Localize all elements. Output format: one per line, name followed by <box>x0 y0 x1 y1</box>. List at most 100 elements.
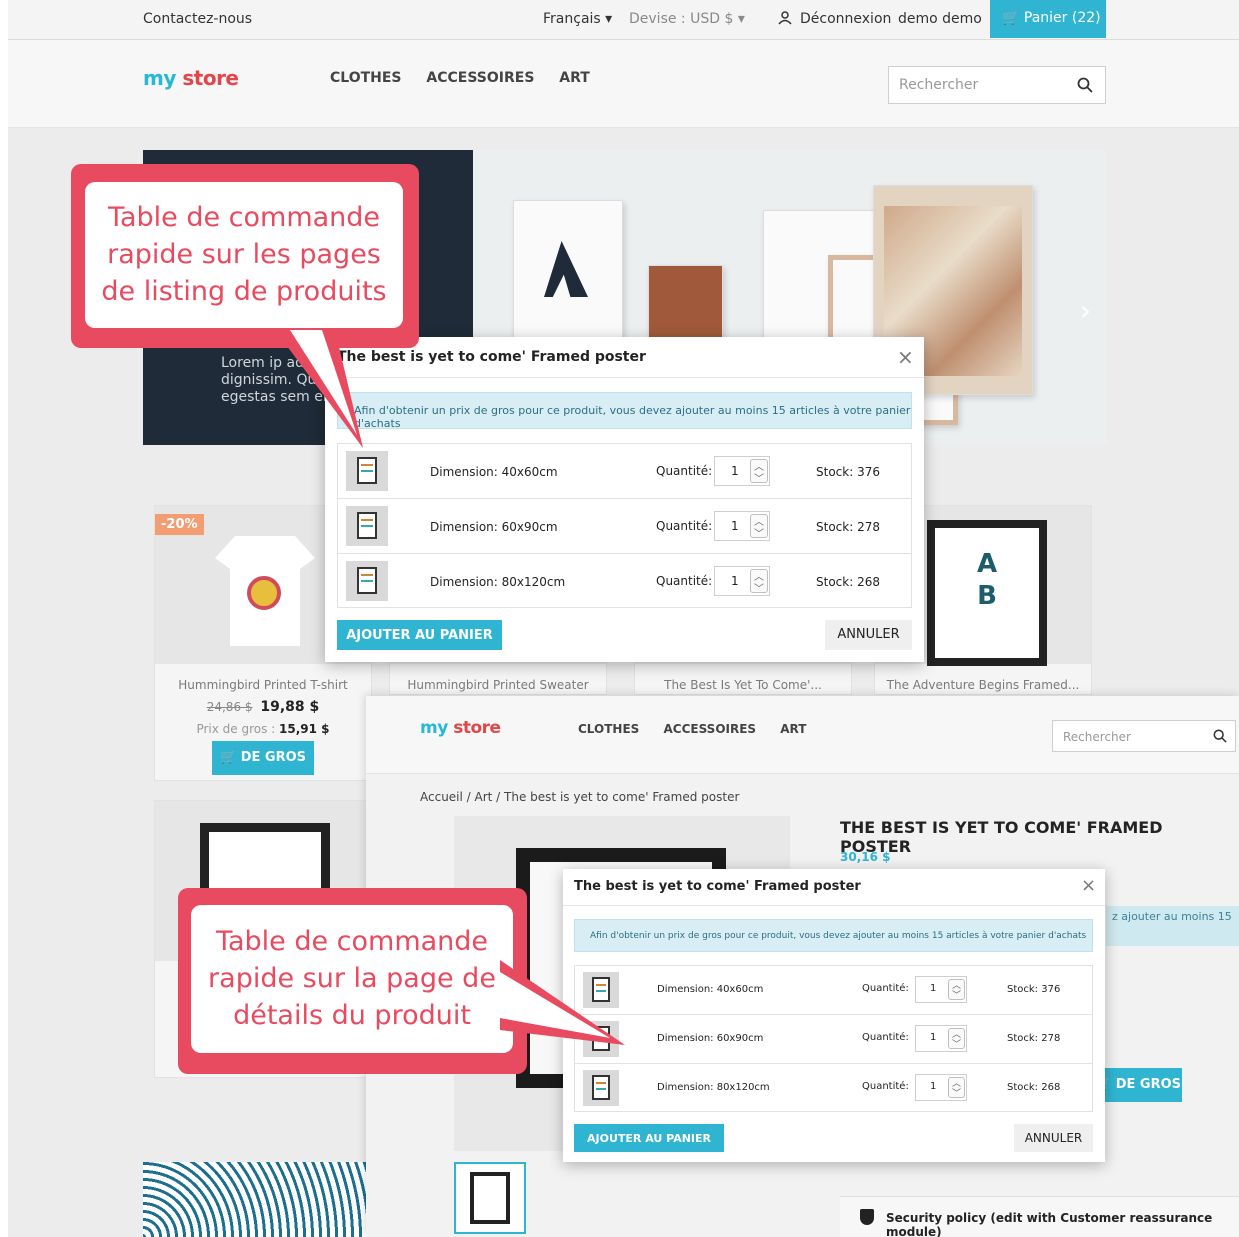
product-name[interactable]: The Adventure Begins Framed... <box>875 678 1091 692</box>
quantity-stepper[interactable]: 1 ︿ ﹀ <box>915 1074 967 1101</box>
pattern-product-image[interactable] <box>143 1162 374 1237</box>
nav-clothes[interactable]: CLOTHES <box>330 70 402 86</box>
search-box[interactable]: Rechercher <box>888 66 1106 104</box>
nav-accessoires[interactable]: ACCESSOIRES <box>426 70 534 86</box>
quantity-value: 1 <box>930 1032 937 1043</box>
nav-art[interactable]: ART <box>559 70 590 86</box>
variant-dimension: Dimension: 60x90cm <box>657 1033 764 1044</box>
logo-part-my: my <box>420 718 448 738</box>
currency-selector[interactable]: Devise : USD $ ▾ <box>629 11 745 27</box>
variant-dimension: Dimension: 80x120cm <box>430 575 566 589</box>
search-box[interactable]: Rechercher <box>1052 720 1236 752</box>
product-thumbnail[interactable] <box>454 1162 526 1234</box>
modal-title: The best is yet to come' Framed poster <box>574 879 861 894</box>
add-to-cart-button[interactable]: AJOUTER AU PANIER <box>337 620 502 650</box>
variant-stock: Stock: 376 <box>1007 984 1061 995</box>
callout-detail: Table de commande rapide sur la page de … <box>178 888 527 1074</box>
table-row: Dimension: 40x60cm Quantité: 1 ︿ ﹀ Stock… <box>338 444 911 499</box>
quick-order-modal-detail: The best is yet to come' Framed poster ×… <box>563 869 1105 1162</box>
variant-stock: Stock: 268 <box>1007 1082 1061 1093</box>
quantity-stepper[interactable]: 1 ︿ ﹀ <box>714 566 770 596</box>
quantity-stepper[interactable]: 1 ︿ ﹀ <box>915 976 967 1003</box>
cart-button[interactable]: 🛒 Panier (22) <box>990 0 1106 38</box>
reassurance-block: Security policy (edit with Customer reas… <box>840 1196 1239 1237</box>
logout-link[interactable]: Déconnexion <box>800 11 891 27</box>
main-header: my store CLOTHES ACCESSOIRES ART Recherc… <box>8 40 1239 128</box>
shield-icon <box>860 1209 874 1225</box>
quantity-label: Quantité: <box>862 1032 909 1043</box>
variant-thumbnail <box>346 561 388 601</box>
quantity-value: 1 <box>731 574 739 588</box>
quick-order-modal-listing: The best is yet to come' Framed poster ×… <box>325 337 924 662</box>
wholesale-button[interactable]: 🛒 DE GROS <box>1094 1068 1182 1102</box>
slider-next-icon[interactable]: › <box>1080 294 1091 327</box>
decrement-icon[interactable]: ﹀ <box>949 1037 964 1050</box>
variant-table: Dimension: 40x60cm Quantité: 1 ︿ ﹀ Stock… <box>574 965 1093 1112</box>
contact-link[interactable]: Contactez-nous <box>143 11 252 27</box>
product-title: THE BEST IS YET TO COME' FRAMED POSTER <box>840 818 1163 856</box>
cancel-button[interactable]: ANNULER <box>825 620 912 650</box>
decrement-icon[interactable]: ﹀ <box>949 988 964 1001</box>
wholesale-button-label: DE GROS <box>240 750 306 765</box>
decrement-icon[interactable]: ﹀ <box>949 1086 964 1099</box>
main-nav: CLOTHES ACCESSOIRES ART <box>330 70 610 86</box>
close-icon[interactable]: × <box>897 345 914 369</box>
modal-divider <box>325 377 924 378</box>
wholesale-info: z ajouter au moins 15 <box>1106 906 1239 946</box>
variant-dimension: Dimension: 60x90cm <box>430 520 558 534</box>
callout-listing-line-1: Table de commande <box>107 202 381 233</box>
quantity-value: 1 <box>731 464 739 478</box>
search-icon[interactable] <box>1077 77 1093 97</box>
product-name[interactable]: Hummingbird Printed Sweater <box>390 678 606 692</box>
store-logo[interactable]: my store <box>420 718 501 738</box>
quantity-value: 1 <box>731 519 739 533</box>
store-logo[interactable]: my store <box>143 66 239 90</box>
decrement-icon[interactable]: ﹀ <box>751 580 767 595</box>
search-icon[interactable] <box>1213 729 1227 746</box>
quantity-label: Quantité: <box>862 1081 909 1092</box>
callout-listing-pointer <box>275 330 363 448</box>
callout-listing-line-2: rapide sur les pages <box>107 239 381 270</box>
logo-part-store: store <box>182 66 239 90</box>
product-name[interactable]: Hummingbird Printed T-shirt <box>155 678 371 692</box>
reassurance-text: Security policy (edit with Customer reas… <box>886 1211 1213 1237</box>
close-icon[interactable]: × <box>1081 875 1096 896</box>
callout-listing-text: Table de commande rapide sur les pages d… <box>85 182 403 328</box>
breadcrumb[interactable]: Accueil / Art / The best is yet to come'… <box>420 790 739 804</box>
modal-title: The best is yet to come' Framed poster <box>337 349 646 365</box>
nav-clothes[interactable]: CLOTHES <box>578 722 639 736</box>
search-placeholder: Rechercher <box>899 77 979 93</box>
nav-art[interactable]: ART <box>780 722 806 736</box>
quantity-value: 1 <box>930 1081 937 1092</box>
nav-accessoires[interactable]: ACCESSOIRES <box>663 722 756 736</box>
product-price: 24,86 $ 19,88 $ <box>155 699 371 715</box>
user-icon <box>778 11 792 29</box>
variant-dimension: Dimension: 40x60cm <box>657 984 764 995</box>
cart-icon: 🛒 <box>219 750 237 765</box>
add-to-cart-button[interactable]: AJOUTER AU PANIER <box>574 1124 724 1152</box>
decrement-icon[interactable]: ﹀ <box>751 525 767 540</box>
logo-part-my: my <box>143 66 176 90</box>
quantity-stepper[interactable]: 1 ︿ ﹀ <box>714 511 770 541</box>
wholesale-button[interactable]: 🛒 DE GROS <box>212 741 314 775</box>
cancel-button[interactable]: ANNULER <box>1014 1124 1093 1152</box>
spinner: ︿ ﹀ <box>750 514 768 540</box>
quantity-stepper[interactable]: 1 ︿ ﹀ <box>915 1025 967 1052</box>
language-selector[interactable]: Français ▾ <box>543 11 612 27</box>
modal-divider <box>563 905 1105 906</box>
product-name[interactable]: The Best Is Yet To Come'... <box>635 678 851 692</box>
wholesale-button-label: DE GROS <box>1115 1077 1181 1092</box>
quantity-label: Quantité: <box>862 983 909 994</box>
search-placeholder: Rechercher <box>1063 730 1131 744</box>
discount-badge: -20% <box>155 514 204 535</box>
spinner: ︿ ﹀ <box>948 979 965 1001</box>
currency-label: Devise : USD $ <box>629 11 734 27</box>
variant-stock: Stock: 278 <box>816 520 880 534</box>
language-label: Français <box>543 11 601 27</box>
quantity-stepper[interactable]: 1 ︿ ﹀ <box>714 456 770 486</box>
table-row: Dimension: 80x120cm Quantité: 1 ︿ ﹀ Stoc… <box>338 554 911 609</box>
decrement-icon[interactable]: ﹀ <box>751 470 767 485</box>
account-name[interactable]: demo demo <box>898 11 982 27</box>
callout-listing-line-3: de listing de produits <box>101 276 387 307</box>
wholesale-value: 15,91 $ <box>279 722 330 736</box>
